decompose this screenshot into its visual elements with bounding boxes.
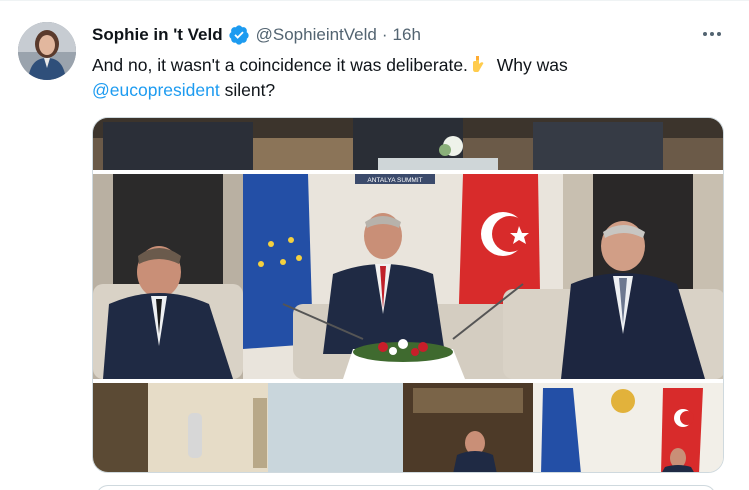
tweet-card[interactable]: Sophie in 't Veld @SophieintVeld · 16h A… [0, 0, 749, 490]
tweet-text-part-1: And no, it wasn't a coincidence it was d… [92, 55, 468, 75]
display-name[interactable]: Sophie in 't Veld [92, 25, 223, 45]
separator-dot: · [381, 25, 388, 44]
tweet-media[interactable]: ANTALYA SUMMIT [92, 117, 724, 473]
media-photo-bottom [93, 383, 723, 472]
pointing-down-hand-icon [470, 55, 488, 73]
tweet-header: Sophie in 't Veld @SophieintVeld · 16h [92, 23, 421, 47]
media-photo-top [93, 118, 723, 170]
avatar-image [18, 22, 76, 80]
next-tweet-card[interactable] [96, 485, 716, 490]
verified-badge-icon [228, 24, 250, 46]
tweet-text-part-3: silent? [219, 80, 276, 100]
tweet-text-part-2: Why was [491, 55, 568, 75]
media-photo-main: ANTALYA SUMMIT [93, 174, 723, 379]
more-options-icon[interactable] [701, 23, 723, 45]
timestamp[interactable]: 16h [393, 25, 421, 45]
mention-link[interactable]: @eucopresident [92, 80, 220, 100]
photo-banner-text: ANTALYA SUMMIT [367, 177, 422, 184]
tweet-text: And no, it wasn't a coincidence it was d… [92, 53, 692, 103]
user-handle[interactable]: @SophieintVeld [256, 25, 377, 45]
avatar[interactable] [18, 22, 76, 80]
